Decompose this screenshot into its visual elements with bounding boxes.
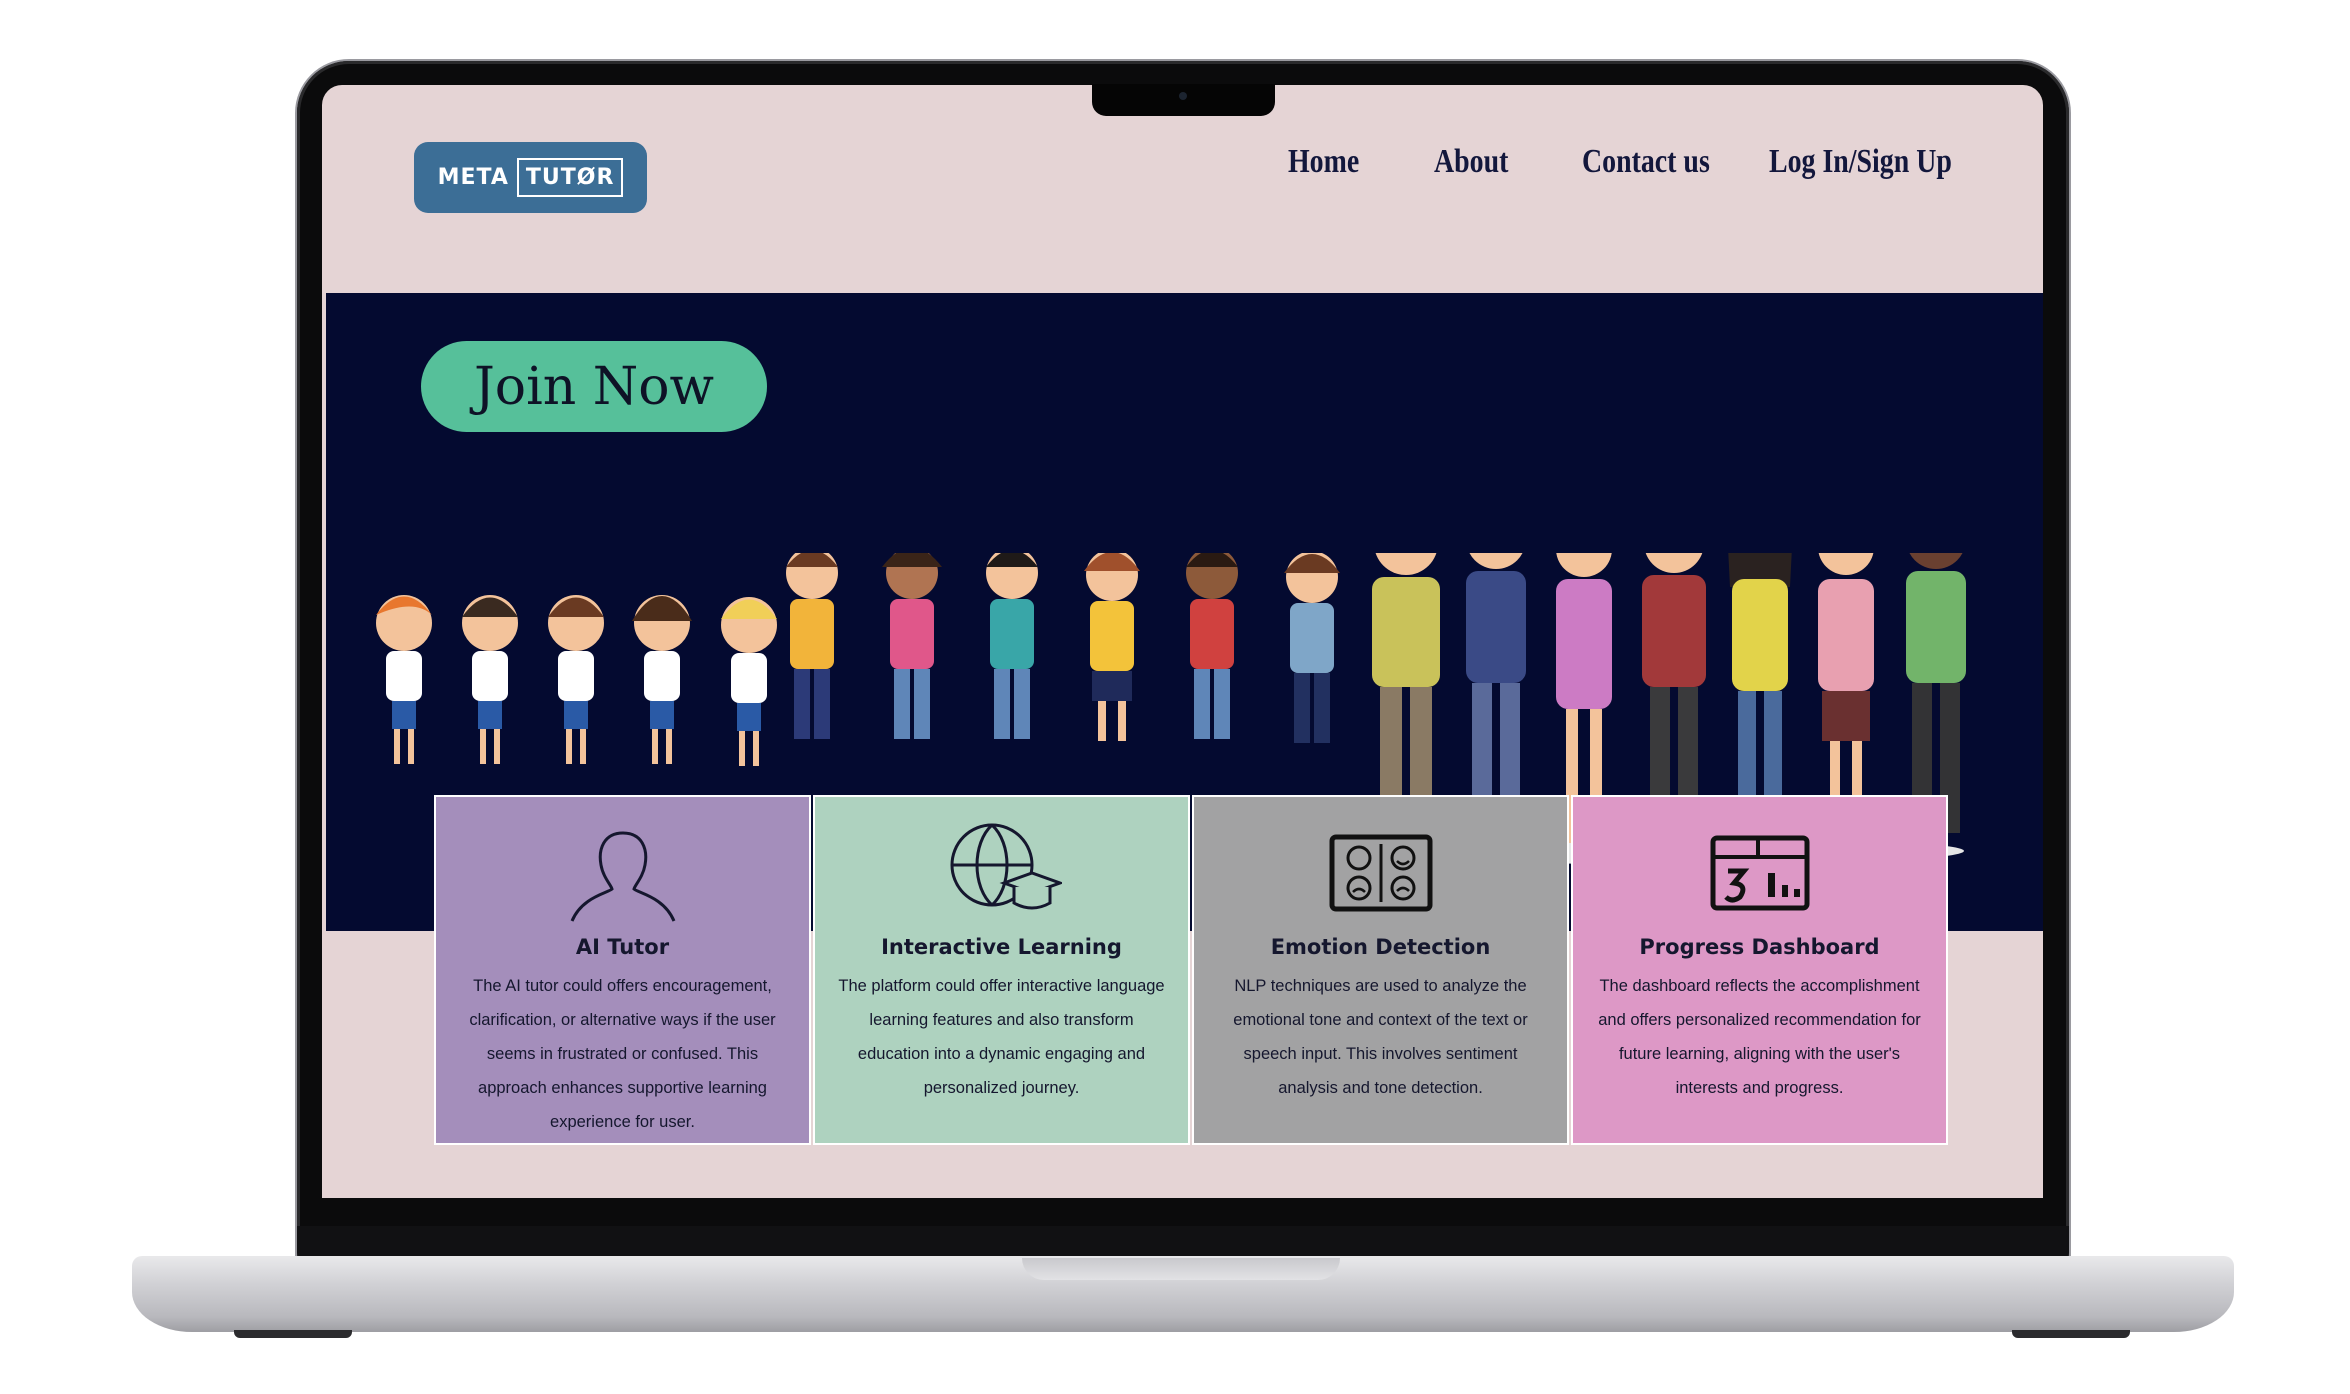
nav-login-signup[interactable]: Log In/Sign Up bbox=[1769, 143, 1952, 181]
logo-text-tutor: TUTØR bbox=[516, 158, 624, 197]
card-title: AI Tutor bbox=[575, 935, 670, 959]
laptop-thumb-notch bbox=[1022, 1258, 1340, 1280]
camera-icon bbox=[1179, 92, 1187, 100]
feature-cards: AI Tutor The AI tutor could offers encou… bbox=[434, 795, 1950, 1145]
card-description: The AI tutor could offers encouragement,… bbox=[469, 977, 776, 1131]
camera-notch bbox=[1092, 84, 1275, 116]
laptop-hinge bbox=[297, 1226, 2069, 1258]
site-header: META TUTØR Home About Contact us Log In/… bbox=[322, 85, 2043, 293]
laptop-foot-right bbox=[2012, 1330, 2130, 1338]
nav-home[interactable]: Home bbox=[1288, 143, 1359, 181]
card-title: Emotion Detection bbox=[1270, 935, 1491, 959]
meta-tutor-logo[interactable]: META TUTØR bbox=[414, 142, 647, 213]
user-icon bbox=[568, 819, 678, 927]
card-ai-tutor[interactable]: AI Tutor The AI tutor could offers encou… bbox=[434, 795, 811, 1145]
kid-figure bbox=[376, 595, 777, 766]
logo-text-meta: META bbox=[437, 165, 509, 190]
card-emotion-detection[interactable]: Emotion Detection NLP techniques are use… bbox=[1192, 795, 1569, 1145]
nav-about[interactable]: About bbox=[1434, 143, 1508, 181]
website-screen: META TUTØR Home About Contact us Log In/… bbox=[322, 85, 2043, 1198]
card-description: The dashboard reflects the accomplishmen… bbox=[1598, 977, 1921, 1097]
card-title: Progress Dashboard bbox=[1639, 935, 1880, 959]
card-description: The platform could offer interactive lan… bbox=[838, 977, 1165, 1097]
join-now-button[interactable]: Join Now bbox=[421, 341, 767, 432]
card-title: Interactive Learning bbox=[881, 935, 1122, 959]
card-interactive-learning[interactable]: Interactive Learning The platform could … bbox=[813, 795, 1190, 1145]
card-progress-dashboard[interactable]: Progress Dashboard The dashboard reflect… bbox=[1571, 795, 1948, 1145]
dashboard-icon bbox=[1710, 819, 1810, 927]
card-description: NLP techniques are used to analyze the e… bbox=[1233, 977, 1528, 1097]
emotion-faces-icon bbox=[1329, 819, 1433, 927]
laptop-foot-left bbox=[234, 1330, 352, 1338]
globe-graduation-icon bbox=[942, 819, 1062, 927]
nav-contact[interactable]: Contact us bbox=[1582, 143, 1710, 181]
student-figure bbox=[786, 553, 1340, 743]
